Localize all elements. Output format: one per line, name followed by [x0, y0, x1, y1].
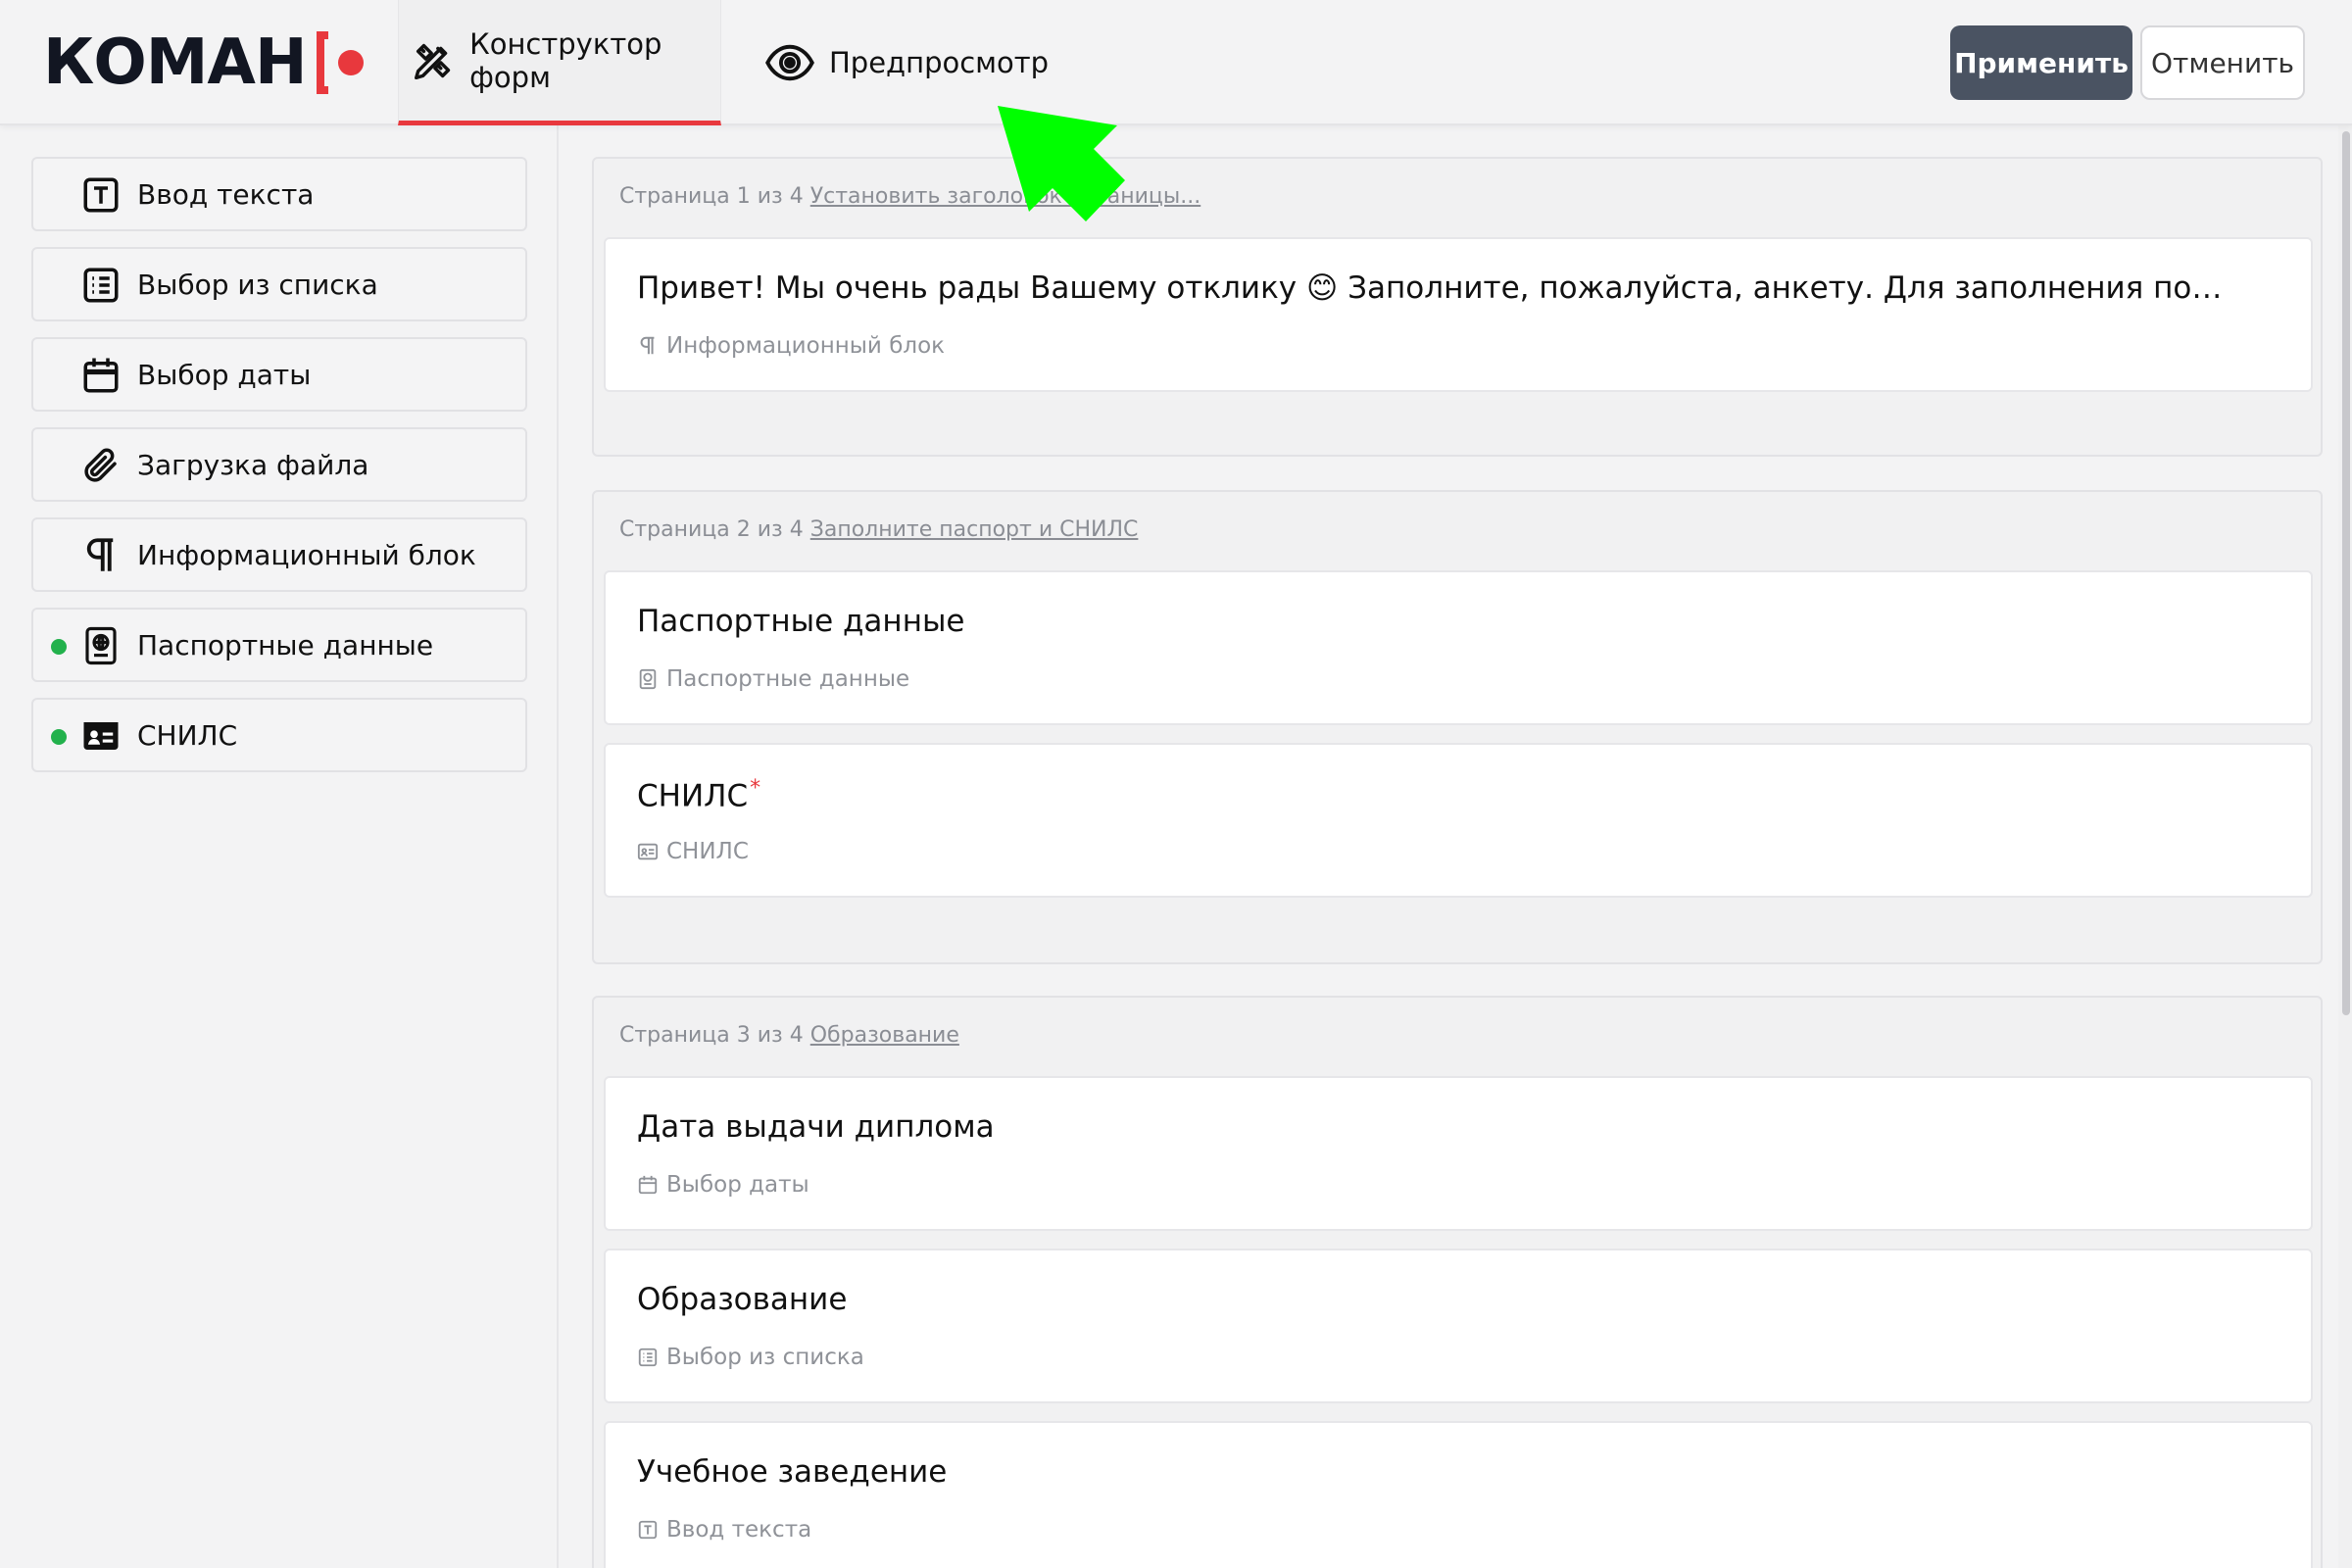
sidebar-item-label: Выбор из списка [137, 269, 378, 301]
field-type-label: Паспортные данные [666, 666, 910, 692]
text-input-icon [83, 177, 119, 213]
logo-bracket [316, 31, 328, 94]
page-counter: Страница 1 из 4 [619, 184, 804, 209]
page-title-link[interactable]: Образование [810, 1023, 959, 1048]
field-palette-sidebar: Ввод текста Выбор из списка Выбор даты З… [0, 125, 559, 1568]
calendar-icon [638, 1175, 658, 1195]
pilcrow-icon [86, 538, 114, 571]
cancel-button[interactable]: Отменить [2140, 25, 2305, 100]
top-header: КОМАН Конструктор форм Предпросмотр Прим… [0, 0, 2352, 125]
paperclip-icon [84, 448, 117, 482]
form-field-info-block[interactable]: Привет! Мы очень рады Вашему отклику 😊 З… [604, 237, 2313, 392]
field-title: СНИЛС* [637, 776, 760, 813]
field-type: Выбор даты [637, 1172, 809, 1198]
sidebar-item-text-input[interactable]: Ввод текста [31, 157, 527, 231]
tab-form-constructor-label: Конструктор форм [469, 26, 662, 94]
annotation-arrow-icon [998, 106, 1125, 221]
field-title: Паспортные данные [637, 604, 965, 639]
list-icon [638, 1348, 658, 1367]
field-type-label: Выбор из списка [666, 1345, 864, 1370]
sidebar-item-label: Паспортные данные [137, 629, 434, 662]
required-asterisk: * [750, 776, 761, 801]
field-type: Паспортные данные [637, 666, 909, 692]
page-title-link[interactable]: Заполните паспорт и СНИЛС [810, 517, 1139, 542]
page-header: Страница 2 из 4 Заполните паспорт и СНИЛ… [619, 517, 1138, 542]
used-indicator-dot [51, 639, 67, 655]
sidebar-item-label: Выбор даты [137, 359, 312, 391]
logo-dot [337, 50, 364, 75]
page-header: Страница 3 из 4 Образование [619, 1023, 959, 1048]
sidebar-item-label: Информационный блок [137, 539, 476, 571]
pilcrow-icon [640, 336, 655, 355]
logo-text: КОМАН [43, 26, 307, 99]
field-type-label: Информационный блок [666, 333, 946, 359]
eye-icon [765, 44, 814, 81]
sidebar-item-info-block[interactable]: Информационный блок [31, 517, 527, 592]
text-input-icon [638, 1520, 658, 1540]
field-type: Информационный блок [637, 333, 945, 359]
page-counter: Страница 2 из 4 [619, 517, 804, 542]
main-scrollbar-thumb[interactable] [2342, 131, 2350, 1015]
field-title: Привет! Мы очень рады Вашему отклику 😊 З… [637, 270, 2223, 306]
form-field-diploma-date[interactable]: Дата выдачи диплома Выбор даты [604, 1076, 2313, 1231]
page-counter: Страница 3 из 4 [619, 1023, 804, 1048]
field-title: Учебное заведение [637, 1454, 948, 1490]
field-type: Ввод текста [637, 1517, 811, 1543]
field-type-label: СНИЛС [666, 839, 749, 864]
form-canvas: Страница 1 из 4 Установить заголовок стр… [563, 125, 2327, 1568]
tab-form-constructor[interactable]: Конструктор форм [398, 0, 721, 125]
form-field-passport[interactable]: Паспортные данные Паспортные данные [604, 570, 2313, 725]
passport-icon [85, 626, 117, 665]
sidebar-item-passport[interactable]: Паспортные данные [31, 608, 527, 682]
tab-preview-label: Предпросмотр [829, 46, 1050, 79]
id-card-icon [637, 843, 659, 860]
field-title: Дата выдачи диплома [637, 1109, 995, 1145]
sidebar-item-label: Загрузка файла [137, 449, 369, 481]
form-page-2[interactable]: Страница 2 из 4 Заполните паспорт и СНИЛ… [592, 490, 2323, 964]
field-type-label: Ввод текста [666, 1517, 812, 1543]
sidebar-item-file-upload[interactable]: Загрузка файла [31, 427, 527, 502]
field-title-text: СНИЛС [637, 778, 749, 814]
pencil-ruler-icon [415, 43, 451, 79]
sidebar-item-label: Ввод текста [137, 178, 315, 211]
sidebar-item-list-select[interactable]: Выбор из списка [31, 247, 527, 321]
form-field-institution[interactable]: Учебное заведение Ввод текста [604, 1421, 2313, 1568]
used-indicator-dot [51, 729, 67, 745]
field-title: Образование [637, 1282, 848, 1317]
list-icon [83, 268, 119, 303]
calendar-icon [83, 358, 119, 393]
logo[interactable]: КОМАН [43, 29, 364, 96]
apply-button[interactable]: Применить [1950, 25, 2132, 100]
passport-icon [639, 668, 657, 690]
id-card-icon [83, 722, 119, 750]
form-page-1[interactable]: Страница 1 из 4 Установить заголовок стр… [592, 157, 2323, 457]
field-type: СНИЛС [637, 839, 749, 864]
field-type: Выбор из списка [637, 1345, 864, 1370]
sidebar-item-date-select[interactable]: Выбор даты [31, 337, 527, 412]
sidebar-item-label: СНИЛС [137, 719, 238, 752]
form-field-education[interactable]: Образование Выбор из списка [604, 1249, 2313, 1403]
field-type-label: Выбор даты [666, 1172, 809, 1198]
form-page-3[interactable]: Страница 3 из 4 Образование Дата выдачи … [592, 996, 2323, 1568]
sidebar-item-snils[interactable]: СНИЛС [31, 698, 527, 772]
form-field-snils[interactable]: СНИЛС* СНИЛС [604, 743, 2313, 898]
